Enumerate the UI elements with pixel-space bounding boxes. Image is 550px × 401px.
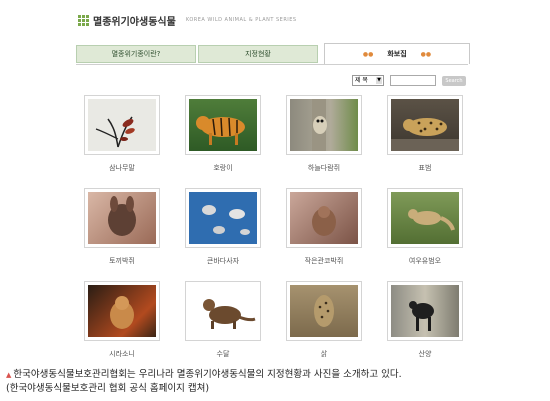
caption-text-1: 한국야생동식물보호관리협회는 우리나라 멸종위기야생동식물의 지정현황과 사진을… bbox=[13, 369, 402, 380]
gallery-item[interactable]: 시라소니 bbox=[84, 281, 160, 361]
caption-label: 삼나무말 bbox=[109, 164, 135, 172]
caption-label: 작은관코박쥐 bbox=[304, 257, 344, 265]
bullet-icon: ●● bbox=[362, 50, 374, 58]
thumbnail[interactable] bbox=[185, 95, 261, 155]
divider bbox=[76, 64, 468, 65]
gallery-item[interactable]: 토끼박쥐 bbox=[84, 188, 160, 268]
thumbnail[interactable] bbox=[84, 95, 160, 155]
search-bar: 제 목 ▼ Search bbox=[352, 75, 466, 86]
gallery-item[interactable]: 하늘다람쥐 bbox=[286, 95, 362, 175]
site-header: 멸종위기야생동식물 KOREA WILD ANIMAL & PLANT SERI… bbox=[78, 8, 297, 32]
gallery-item[interactable]: 수달 bbox=[185, 281, 261, 361]
thumbnail[interactable] bbox=[387, 95, 463, 155]
screenshot: 멸종위기야생동식물 KOREA WILD ANIMAL & PLANT SERI… bbox=[70, 0, 480, 360]
site-title[interactable]: 멸종위기야생동식물 bbox=[93, 13, 176, 28]
search-input[interactable] bbox=[390, 75, 436, 86]
caption-label: 토끼박쥐 bbox=[109, 257, 135, 265]
thumbnail[interactable] bbox=[185, 188, 261, 248]
caption-label: 여우유범오 bbox=[408, 257, 442, 265]
gallery-item[interactable]: 작은관코박쥐 bbox=[286, 188, 362, 268]
caption-label: 큰바다사자 bbox=[206, 257, 240, 265]
bat-photo bbox=[88, 192, 156, 244]
gallery-item[interactable]: 삼나무말 bbox=[84, 95, 160, 175]
gallery-item[interactable]: 삵 bbox=[286, 281, 362, 361]
article-caption: ▲ 한국야생동식물보호관리협회는 우리나라 멸종위기야생동식물의 지정현황과 사진… bbox=[6, 368, 546, 395]
tube-nosed-bat-photo bbox=[290, 192, 358, 244]
gallery-item[interactable]: 산양 bbox=[387, 281, 463, 361]
caption-line-2: (한국야생동식물보호관리 협회 공식 홈페이지 캡쳐) bbox=[6, 383, 210, 394]
search-field-select[interactable]: 제 목 ▼ bbox=[352, 75, 384, 86]
thumbnail[interactable] bbox=[84, 281, 160, 341]
tab-bar: 멸종위기종이란? 지정현황 ●● 화보집 ●● bbox=[76, 43, 470, 65]
caption-label: 삵 bbox=[320, 350, 328, 358]
gallery-item[interactable]: 큰바다사자 bbox=[185, 188, 261, 268]
otter-photo bbox=[189, 285, 257, 337]
goral-photo bbox=[391, 285, 459, 337]
thumbnail[interactable] bbox=[286, 95, 362, 155]
gallery-item[interactable]: 호랑이 bbox=[185, 95, 261, 175]
caption-label: 수달 bbox=[216, 350, 230, 358]
tab-gallery[interactable]: ●● 화보집 ●● bbox=[324, 43, 470, 64]
logo-grid-icon bbox=[78, 15, 89, 26]
caption-label: 산양 bbox=[418, 350, 432, 358]
bullet-icon: ●● bbox=[420, 50, 432, 58]
triangle-bullet-icon: ▲ bbox=[6, 371, 12, 379]
thumbnail[interactable] bbox=[84, 188, 160, 248]
caption-label: 시라소니 bbox=[109, 350, 135, 358]
tab-what-is-endangered[interactable]: 멸종위기종이란? bbox=[76, 45, 196, 63]
thumbnail[interactable] bbox=[387, 188, 463, 248]
tab-gallery-label: 화보집 bbox=[387, 50, 407, 58]
leopard-photo bbox=[391, 99, 459, 151]
thumbnail[interactable] bbox=[387, 281, 463, 341]
thumbnail[interactable] bbox=[286, 281, 362, 341]
seaweed-photo bbox=[88, 99, 156, 151]
caption-label: 표범 bbox=[418, 164, 432, 172]
gallery-item[interactable]: 표범 bbox=[387, 95, 463, 175]
caption-line-1: ▲ 한국야생동식물보호관리협회는 우리나라 멸종위기야생동식물의 지정현황과 사진… bbox=[6, 368, 546, 382]
caption-label: 하늘다람쥐 bbox=[307, 164, 341, 172]
thumbnail[interactable] bbox=[286, 188, 362, 248]
search-field-value: 제 목 bbox=[355, 77, 368, 84]
tiger-photo bbox=[189, 99, 257, 151]
fox-photo bbox=[391, 192, 459, 244]
tab-designation-status[interactable]: 지정현황 bbox=[198, 45, 318, 63]
search-button-label: Search bbox=[445, 77, 463, 84]
leopard-cat-photo bbox=[290, 285, 358, 337]
gallery-item[interactable]: 여우유범오 bbox=[387, 188, 463, 268]
lynx-photo bbox=[88, 285, 156, 337]
sea-lion-photo bbox=[189, 192, 257, 244]
caption-label: 호랑이 bbox=[213, 164, 233, 172]
chevron-down-icon: ▼ bbox=[376, 77, 382, 84]
thumbnail[interactable] bbox=[185, 281, 261, 341]
search-button[interactable]: Search bbox=[442, 75, 466, 86]
flying-squirrel-photo bbox=[290, 99, 358, 151]
site-subtitle: KOREA WILD ANIMAL & PLANT SERIES bbox=[185, 17, 297, 23]
